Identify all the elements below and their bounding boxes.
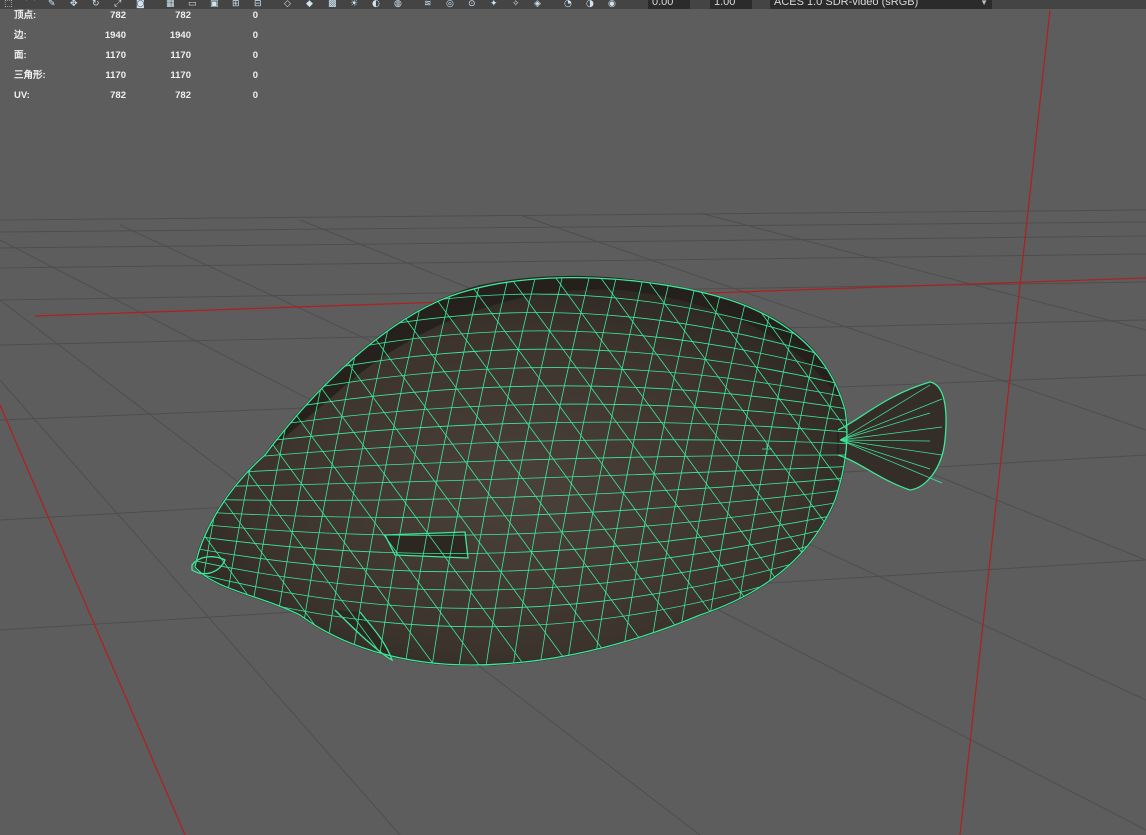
hud-label: 顶点: (14, 10, 37, 21)
move-icon[interactable]: ✥ (70, 0, 86, 9)
wire-edge (0, 270, 175, 680)
color-space-dropdown[interactable]: ACES 1.0 SDR-video (sRGB) ▼ (770, 0, 992, 9)
hud-value: 782 (175, 90, 191, 101)
ambient-occlusion-icon[interactable]: ◍ (394, 0, 410, 9)
safe-title-icon[interactable]: ⊟ (254, 0, 270, 9)
viewport-scene[interactable] (0, 0, 1146, 835)
toolbar-icons: ⬚ ⌒ ✎ ✥ ↻ ⤢ ◙ ▦ ▭ ▣ ⊞ ⊟ ◇ ◆ ▩ ☀ ◐ ◍ ≋ ◎ ⊙ ✦ ✧ ◈ ◔ ◑ ◉ (2, 0, 642, 9)
wire-edge (0, 270, 130, 680)
wire-edge (1000, 270, 1146, 680)
color-space-value: ACES 1.0 SDR-video (sRGB) (774, 0, 919, 8)
grid-line (699, 212, 1146, 331)
hud-value: 1170 (105, 50, 126, 61)
hud-value: 782 (110, 10, 126, 21)
lasso-icon[interactable]: ⌒ (26, 0, 42, 9)
shadows-icon[interactable]: ◐ (372, 0, 388, 9)
wire-edge (0, 270, 85, 680)
smooth-shade-icon[interactable]: ◆ (306, 0, 322, 9)
viewport-toolbar: ⬚ ⌒ ✎ ✥ ↻ ⤢ ◙ ▦ ▭ ▣ ⊞ ⊟ ◇ ◆ ▩ ☀ ◐ ◍ ≋ ◎ ⊙ ✦ ✧ ◈ ◔ ◑ ◉ 0.00 1.00 AC… (0, 0, 1146, 9)
hud-label: UV: (14, 90, 30, 101)
hud-value: 1170 (105, 70, 126, 81)
antialiasing-icon[interactable]: ≋ (424, 0, 440, 9)
hud-row-triangles: 三角形: 1170 1170 0 (14, 69, 274, 89)
hud-value: 1170 (170, 70, 191, 81)
select-tool-icon[interactable]: ⬚ (4, 0, 20, 9)
grid-icon[interactable]: ▦ (166, 0, 182, 9)
3d-viewport[interactable]: ⬚ ⌒ ✎ ✥ ↻ ⤢ ◙ ▦ ▭ ▣ ⊞ ⊟ ◇ ◆ ▩ ☀ ◐ ◍ ≋ ◎ ⊙ ✦ ✧ ◈ ◔ ◑ ◉ 0.00 1.00 AC… (0, 0, 1146, 835)
color-management-icon[interactable]: ◉ (608, 0, 624, 9)
grid-line (0, 253, 1146, 269)
hud-value: 0 (252, 70, 258, 81)
hud-label: 三角形: (14, 70, 46, 81)
chevron-down-icon: ▼ (980, 0, 988, 7)
safe-action-icon[interactable]: ⊞ (232, 0, 248, 9)
hud-value: 0 (252, 30, 258, 41)
hud-value: 1170 (170, 50, 191, 61)
exposure-icon[interactable]: ◔ (564, 0, 580, 9)
gamma-input[interactable]: 1.00 (710, 0, 752, 9)
grid-line (0, 209, 1146, 221)
scale-icon[interactable]: ⤢ (114, 0, 130, 9)
grid-line (0, 221, 1146, 233)
paint-select-icon[interactable]: ✎ (48, 0, 64, 9)
hud-value: 1940 (169, 30, 191, 41)
textured-icon[interactable]: ▩ (328, 0, 344, 9)
gamma-icon[interactable]: ◑ (586, 0, 602, 9)
wire-edge (195, 277, 241, 665)
camera-icon[interactable]: ◙ (136, 0, 152, 9)
wire-edge (195, 277, 266, 665)
hud-label: 面: (14, 50, 27, 61)
xray-icon[interactable]: ✦ (490, 0, 506, 9)
wireframe-icon[interactable]: ◇ (284, 0, 300, 9)
hud-row-uvs: UV: 782 782 0 (14, 89, 274, 109)
wire-edge (0, 270, 40, 680)
wire-edge (910, 270, 1146, 680)
hud-value: 0 (252, 90, 258, 101)
poly-count-hud: 顶点: 782 782 0 边: 1940 1940 0 面: 1170 117… (14, 9, 274, 109)
film-gate-icon[interactable]: ▭ (188, 0, 204, 9)
rotate-icon[interactable]: ↻ (92, 0, 108, 9)
depth-of-field-icon[interactable]: ◎ (446, 0, 462, 9)
hud-value: 0 (252, 10, 258, 21)
exposure-input[interactable]: 0.00 (648, 0, 690, 9)
hud-value: 782 (110, 90, 126, 101)
grid-line (0, 235, 1146, 249)
hud-value: 0 (252, 50, 258, 61)
xray-joints-icon[interactable]: ✧ (512, 0, 528, 9)
hud-row-faces: 面: 1170 1170 0 (14, 49, 274, 69)
lights-icon[interactable]: ☀ (350, 0, 366, 9)
hud-value: 782 (175, 10, 191, 21)
isolate-icon[interactable]: ⊙ (468, 0, 484, 9)
hud-label: 边: (14, 30, 27, 41)
fish-mesh[interactable] (0, 270, 1146, 680)
backface-icon[interactable]: ◈ (534, 0, 550, 9)
hud-row-vertices: 顶点: 782 782 0 (14, 9, 274, 29)
hud-row-edges: 边: 1940 1940 0 (14, 29, 274, 49)
hud-value: 1940 (104, 30, 126, 41)
resolution-gate-icon[interactable]: ▣ (210, 0, 226, 9)
